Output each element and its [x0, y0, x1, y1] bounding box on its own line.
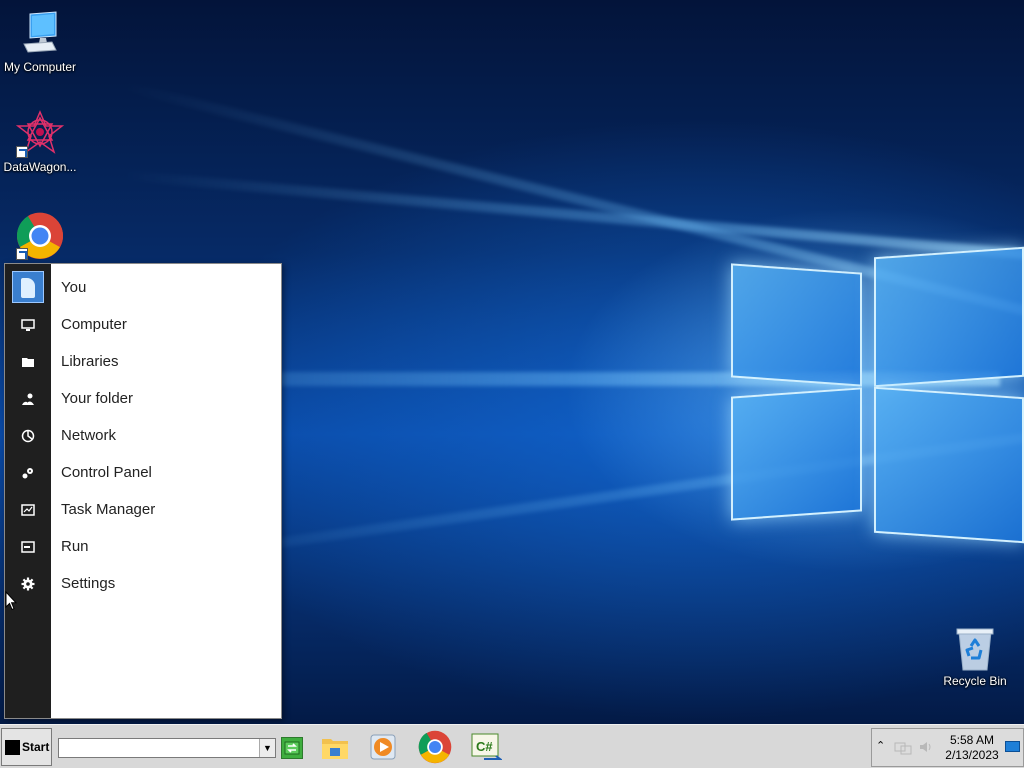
wallpaper-window-pane [731, 387, 862, 521]
run-command-input[interactable] [59, 739, 255, 757]
svg-text:C#: C# [476, 739, 493, 754]
taskbar-media-player[interactable] [366, 730, 400, 764]
monitor-icon[interactable] [5, 306, 51, 343]
start-menu-item-you[interactable]: You [51, 268, 281, 306]
start-menu-item-libraries[interactable]: Libraries [51, 343, 281, 380]
system-tray: ⌃ 5:58 AM 2/13/2023 [871, 728, 1024, 767]
shortcut-arrow-icon [16, 248, 28, 260]
start-logo-icon [5, 739, 20, 755]
show-desktop-button[interactable] [1005, 741, 1020, 752]
start-menu: You Computer Libraries Your folder Netwo… [4, 263, 282, 719]
chrome-icon [418, 730, 452, 764]
network-icon[interactable] [5, 417, 51, 454]
taskbar: Start ▼ C# ⌃ 5:58 AM 2/13/2023 [0, 724, 1024, 768]
taskbar-chrome[interactable] [418, 730, 452, 764]
taskbar-csharp-editor[interactable]: C# [469, 730, 503, 764]
chevron-down-icon[interactable]: ▼ [259, 739, 275, 757]
task-manager-icon[interactable] [5, 491, 51, 528]
show-hidden-icons-chevron-icon[interactable]: ⌃ [876, 739, 885, 752]
users-icon[interactable] [5, 380, 51, 417]
desktop-icon-my-computer[interactable]: My Computer [0, 10, 80, 74]
clock-date: 2/13/2023 [945, 748, 999, 762]
control-panel-icon[interactable] [5, 454, 51, 491]
taskbar-clock[interactable]: 5:58 AM 2/13/2023 [942, 733, 1002, 763]
run-command-combobox[interactable]: ▼ [58, 738, 276, 758]
run-icon[interactable] [5, 528, 51, 565]
start-menu-item-computer[interactable]: Computer [51, 306, 281, 343]
wallpaper-window-pane [731, 263, 862, 387]
chrome-icon [16, 212, 64, 260]
file-explorer-icon [322, 739, 348, 759]
clock-time: 5:58 AM [949, 733, 995, 747]
refresh-arrows-icon [284, 741, 300, 755]
mouse-pointer-icon [5, 590, 18, 616]
wallpaper-window-pane [874, 386, 1024, 544]
desktop-icon-label: My Computer [3, 60, 77, 74]
start-menu-item-control-panel[interactable]: Control Panel [51, 454, 281, 491]
media-player-icon [370, 734, 396, 760]
taskbar-file-explorer[interactable] [318, 730, 352, 764]
csharp-editor-icon: C# [471, 733, 502, 760]
start-menu-item-run[interactable]: Run [51, 528, 281, 565]
desktop-icon-label: Recycle Bin [943, 674, 1007, 688]
shortcut-arrow-icon [16, 146, 28, 158]
start-menu-item-your-folder[interactable]: Your folder [51, 380, 281, 417]
recycle-bin-icon [951, 624, 999, 672]
desktop-icon-recycle-bin[interactable]: Recycle Bin [935, 624, 1015, 688]
start-menu-item-task-manager[interactable]: Task Manager [51, 491, 281, 528]
wallpaper-beam [119, 170, 1024, 268]
start-menu-list: You Computer Libraries Your folder Netwo… [51, 264, 281, 718]
start-button-label: Start [22, 740, 50, 754]
wallpaper-window-pane [874, 246, 1024, 388]
start-menu-item-network[interactable]: Network [51, 417, 281, 454]
volume-icon[interactable] [918, 739, 934, 755]
run-go-button[interactable] [281, 737, 303, 759]
start-menu-item-settings[interactable]: Settings [51, 565, 281, 602]
start-menu-icon-rail [5, 264, 51, 718]
network-status-icon[interactable] [894, 741, 912, 755]
desktop-icon-datawagon[interactable]: DataWagon... [0, 110, 80, 174]
desktop-icon-chrome[interactable] [0, 212, 80, 262]
folder-icon[interactable] [5, 343, 51, 380]
start-button[interactable]: Start [1, 728, 52, 766]
my-computer-icon [16, 10, 64, 58]
desktop-icon-label: DataWagon... [3, 160, 77, 174]
user-tile-icon[interactable] [5, 268, 51, 306]
datawagon-icon [15, 110, 65, 158]
